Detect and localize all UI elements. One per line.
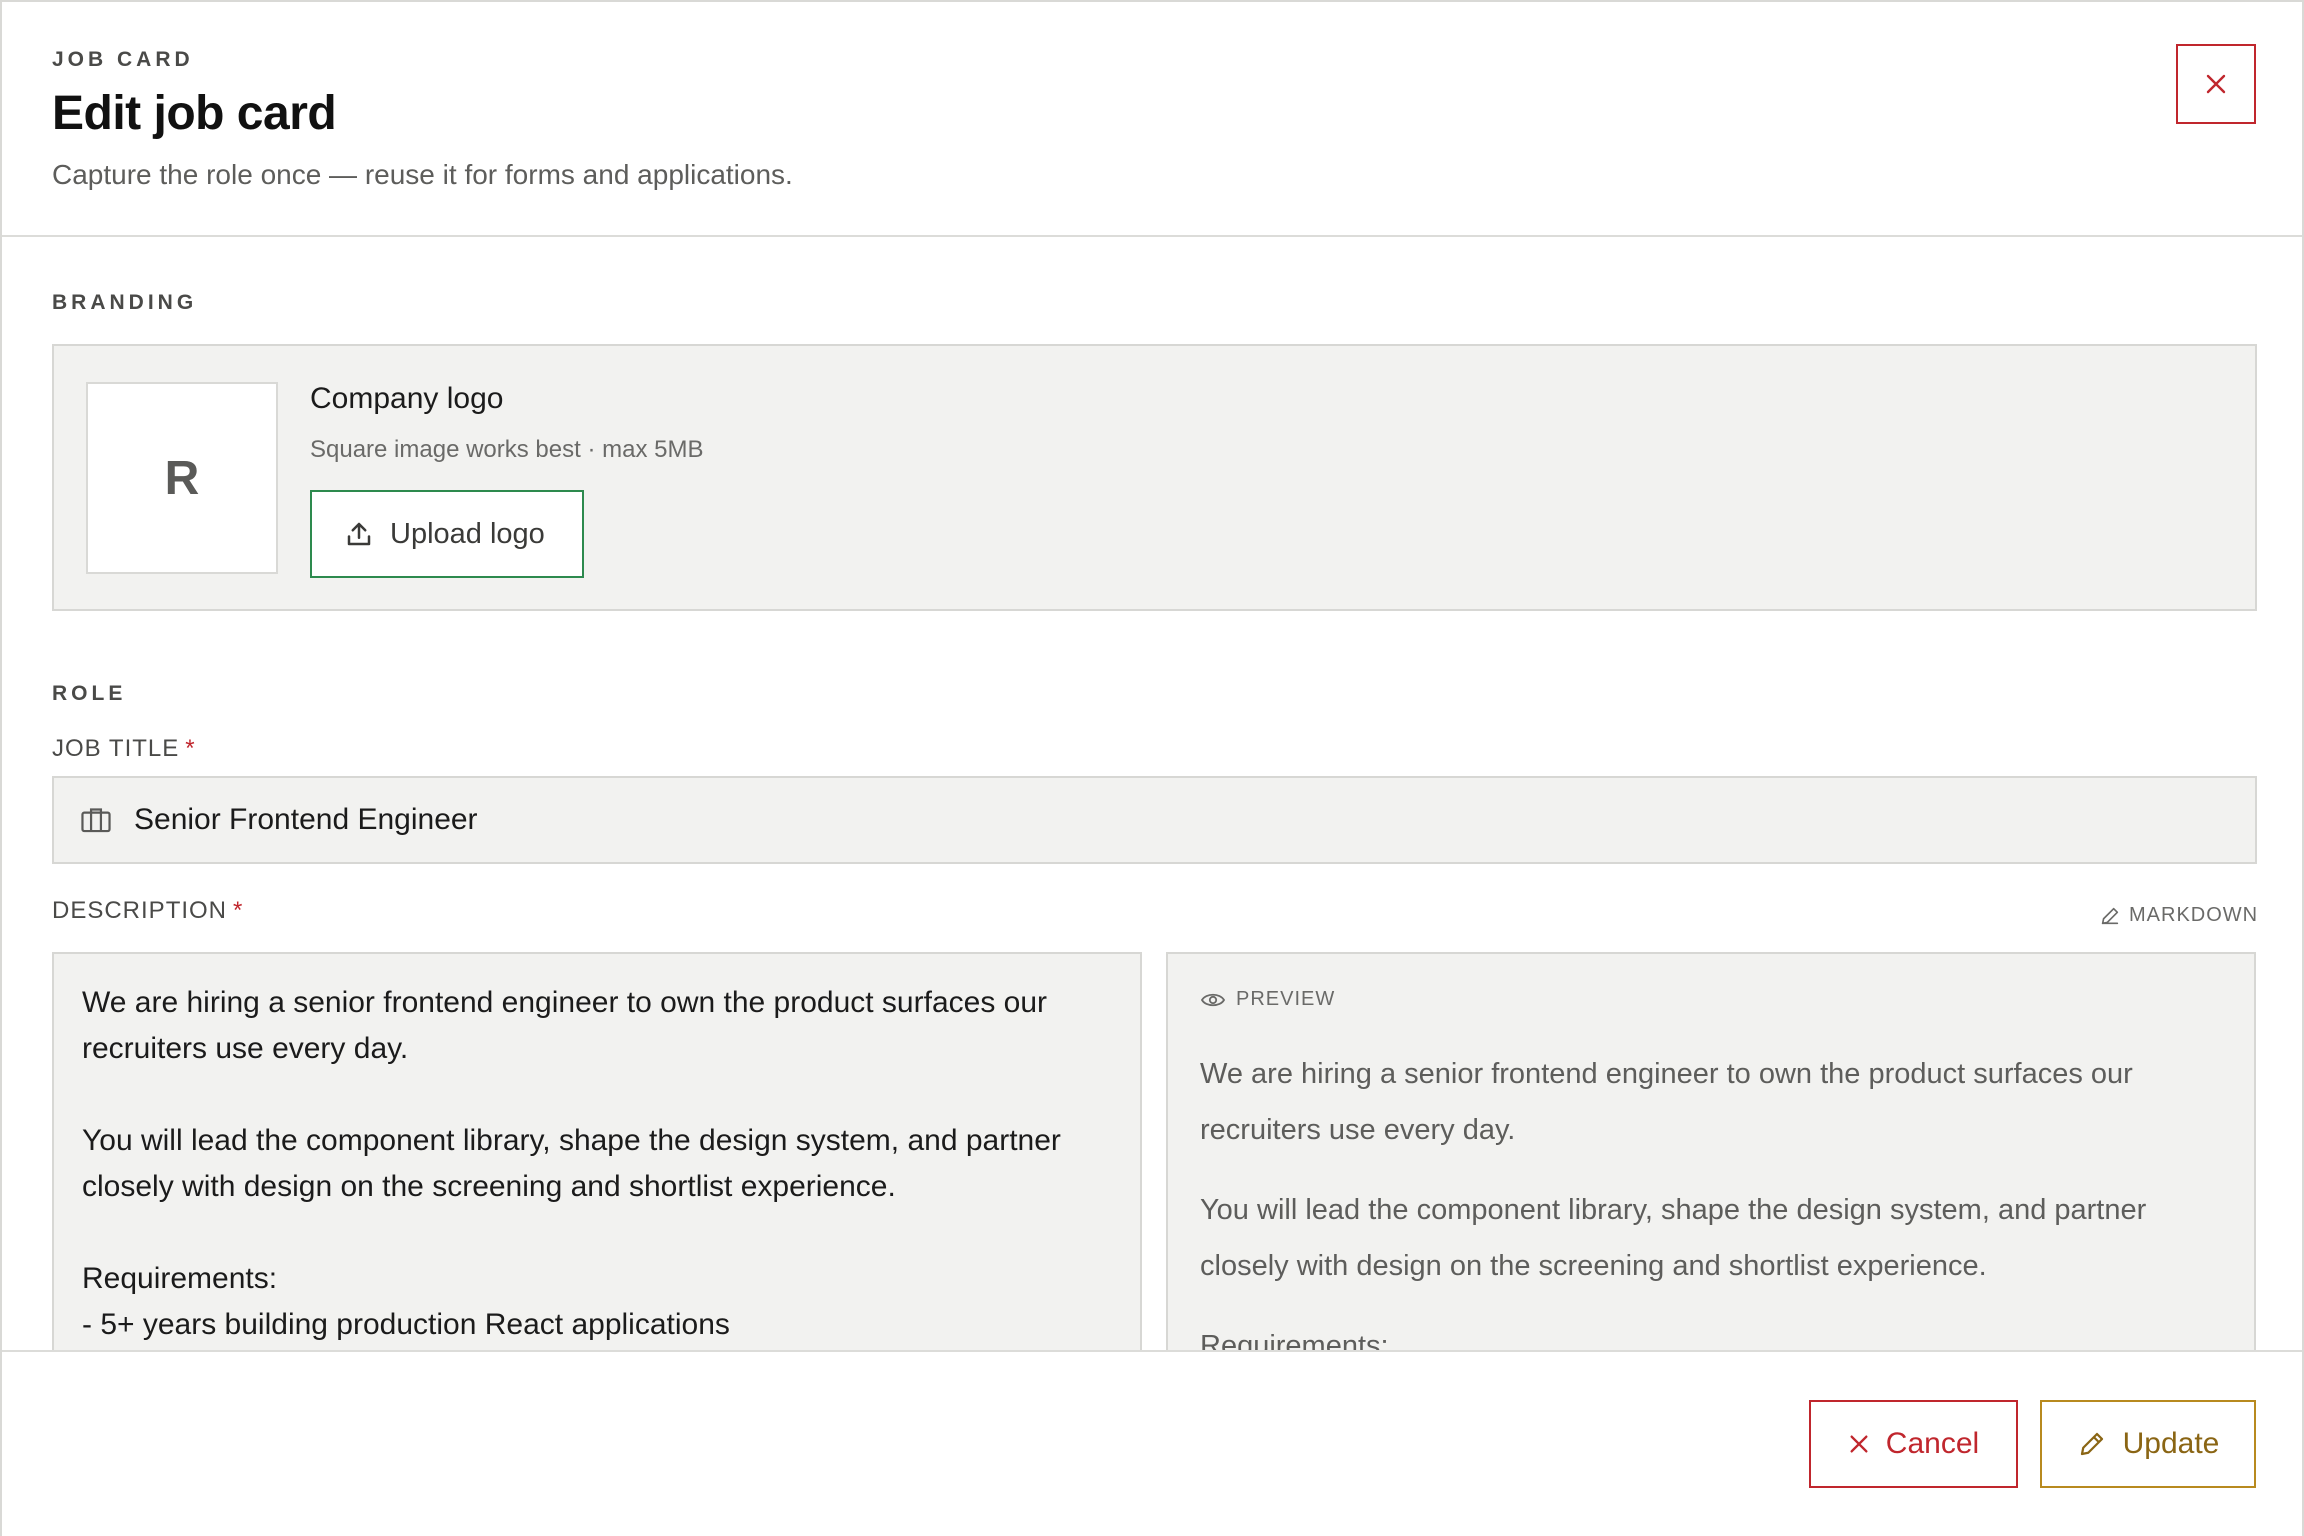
upload-logo-button[interactable]: Upload logo — [310, 490, 584, 578]
preview-paragraph: You will lead the component library, sha… — [1200, 1194, 2147, 1282]
preview-label: PREVIEW — [1236, 988, 1336, 1010]
role-section-label: ROLE — [52, 682, 127, 705]
description-label: DESCRIPTION * — [52, 897, 243, 925]
update-button[interactable]: Update — [2040, 1400, 2256, 1488]
upload-icon — [347, 522, 371, 546]
required-mark: * — [233, 897, 244, 924]
close-button[interactable] — [2176, 44, 2256, 124]
logo-initial: R — [164, 451, 200, 505]
preview-paragraph: We are hiring a senior frontend engineer… — [1200, 1058, 2133, 1146]
logo-hint: Square image works best · max 5MB — [310, 436, 704, 463]
description-preview: PREVIEW We are hiring a senior frontend … — [1166, 952, 2256, 1352]
required-mark: * — [185, 735, 196, 762]
description-textarea[interactable]: We are hiring a senior frontend engineer… — [52, 952, 1142, 1352]
dialog-title: Edit job card — [52, 87, 337, 140]
preview-indicator: PREVIEW — [1200, 988, 1335, 1011]
cancel-button[interactable]: Cancel — [1809, 1400, 2018, 1488]
dialog-footer: Cancel Update — [2, 1350, 2302, 1536]
dialog-subtitle: Capture the role once — reuse it for for… — [52, 159, 793, 190]
preview-paragraph: Requirements: — [1200, 1330, 1389, 1352]
briefcase-icon — [81, 808, 111, 833]
update-label: Update — [2122, 1427, 2220, 1460]
job-title-label: JOB TITLE * — [52, 735, 196, 763]
job-title-input[interactable]: Senior Frontend Engineer — [52, 776, 2257, 864]
logo-title: Company logo — [310, 382, 504, 415]
edit-job-card-dialog: JOB CARD Edit job card Capture the role … — [0, 0, 2304, 1536]
eye-icon — [1200, 993, 1226, 1006]
job-title-label-text: JOB TITLE — [52, 735, 180, 762]
description-label-text: DESCRIPTION — [52, 897, 228, 924]
upload-logo-label: Upload logo — [390, 517, 545, 550]
branding-section-label: BRANDING — [52, 291, 198, 314]
branding-panel: R Company logo Square image works best ·… — [52, 344, 2257, 611]
pencil-icon — [2101, 907, 2119, 924]
dialog-eyebrow: JOB CARD — [52, 48, 194, 71]
job-title-value: Senior Frontend Engineer — [134, 803, 478, 836]
dialog-header: JOB CARD Edit job card Capture the role … — [2, 2, 2302, 237]
markdown-label: MARKDOWN — [2129, 904, 2259, 926]
close-icon — [2206, 74, 2226, 94]
markdown-indicator: MARKDOWN — [2099, 904, 2258, 927]
pencil-icon — [2080, 1432, 2103, 1456]
cancel-label: Cancel — [1885, 1427, 1980, 1460]
logo-preview: R — [86, 382, 278, 574]
close-icon — [1850, 1435, 1868, 1453]
